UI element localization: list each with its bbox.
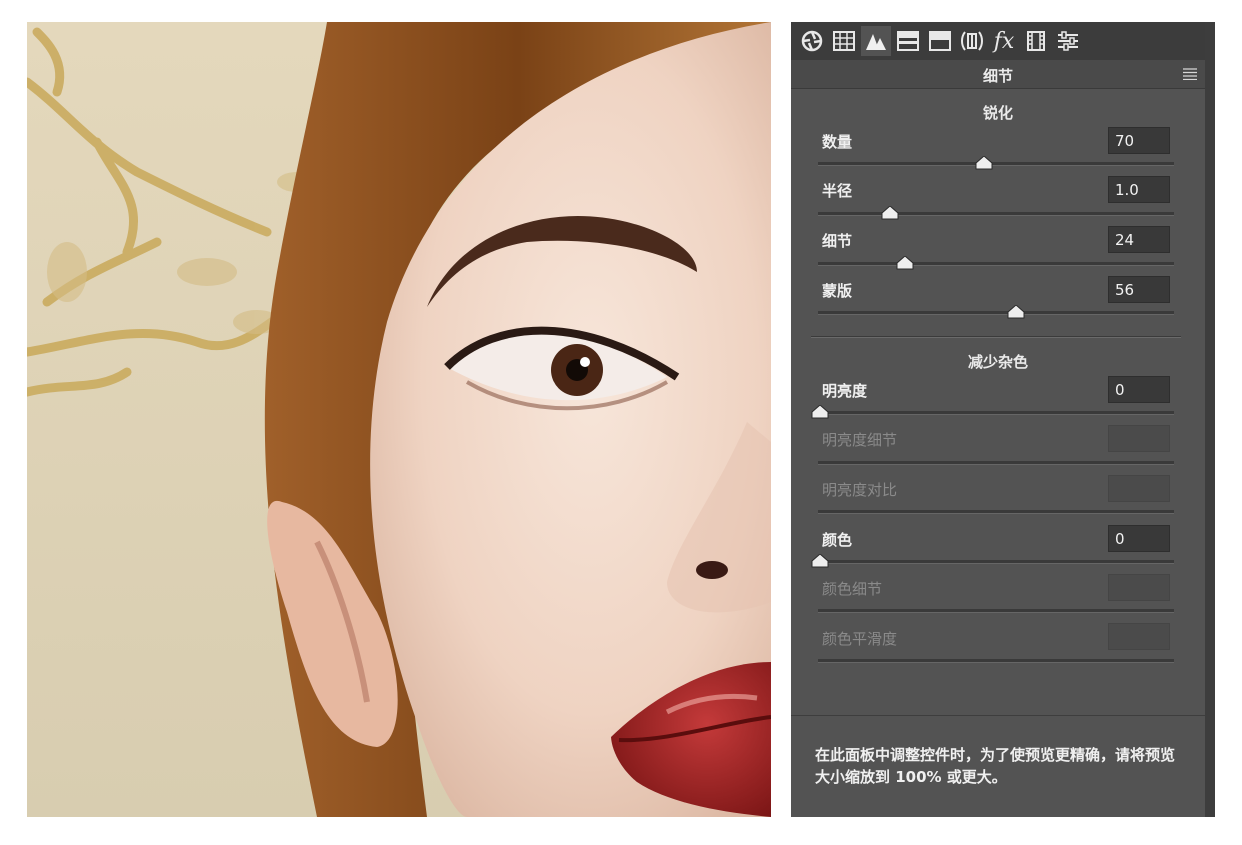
basic-tab[interactable]	[797, 26, 827, 56]
fx-icon: fx	[993, 28, 1015, 54]
detail-slider-thumb[interactable]	[896, 256, 914, 270]
tone-curve-tab[interactable]	[829, 26, 859, 56]
color-detail-label: 颜色细节	[822, 580, 883, 598]
detail-panel: fx 细节 锐化 数量 70 半径 1.0 细节 24 蒙版 56 减少杂色 明…	[791, 22, 1215, 817]
panel-tab-bar: fx	[791, 22, 1205, 60]
panel-title: 细节	[982, 67, 1013, 85]
lens-icon	[961, 31, 983, 51]
detail-field[interactable]: 24	[1108, 226, 1170, 253]
radius-label: 半径	[822, 182, 853, 200]
effects-tab[interactable]: fx	[989, 26, 1019, 56]
image-preview	[27, 22, 771, 817]
lens-corrections-tab[interactable]	[957, 26, 987, 56]
luminance-detail-slider	[818, 461, 1174, 465]
detail-triangles-icon	[866, 34, 886, 50]
amount-slider-thumb[interactable]	[975, 156, 993, 170]
panel-menu-icon[interactable]	[1183, 68, 1197, 80]
amount-slider[interactable]	[818, 162, 1174, 166]
radius-field[interactable]: 1.0	[1108, 176, 1170, 203]
portrait-photo	[27, 22, 771, 817]
color-smoothness-field	[1108, 623, 1170, 650]
panel-header: 细节	[791, 60, 1205, 89]
color-detail-slider	[818, 609, 1174, 613]
sliders-icon	[1058, 31, 1078, 51]
presets-tab[interactable]	[1053, 26, 1083, 56]
luminance-contrast-label: 明亮度对比	[822, 481, 898, 499]
detail-label: 细节	[822, 232, 853, 250]
color-smoothness-label: 颜色平滑度	[822, 630, 898, 648]
color-smoothness-slider	[818, 659, 1174, 663]
detail-tab[interactable]	[861, 26, 891, 56]
luminance-contrast-slider	[818, 510, 1174, 514]
panel-scrollbar[interactable]	[1205, 22, 1215, 817]
detail-slider[interactable]	[818, 262, 1174, 266]
color-field[interactable]: 0	[1108, 525, 1170, 552]
color-detail-field	[1108, 574, 1170, 601]
split-toning-tab[interactable]	[925, 26, 955, 56]
masking-field[interactable]: 56	[1108, 276, 1170, 303]
film-strip-icon	[1027, 31, 1045, 51]
tone-curve-icon	[833, 31, 855, 51]
aperture-icon	[801, 30, 823, 52]
masking-label: 蒙版	[822, 282, 853, 300]
note-divider	[791, 715, 1205, 716]
hsl-tab[interactable]	[893, 26, 923, 56]
preview-note: 在此面板中调整控件时，为了使预览更精确，请将预览大小缩放到 100% 或更大。	[815, 746, 1176, 786]
masking-slider[interactable]	[818, 311, 1174, 315]
sharpening-title: 锐化	[982, 104, 1013, 122]
hsl-icon	[897, 31, 919, 51]
section-divider	[811, 336, 1181, 338]
amount-label: 数量	[822, 133, 853, 151]
luminance-detail-field	[1108, 425, 1170, 452]
split-toning-icon	[929, 31, 951, 51]
luminance-slider[interactable]	[818, 411, 1174, 415]
luminance-label: 明亮度	[822, 382, 868, 400]
camera-calibration-tab[interactable]	[1021, 26, 1051, 56]
color-label: 颜色	[822, 531, 853, 549]
color-slider[interactable]	[818, 560, 1174, 564]
amount-field[interactable]: 70	[1108, 127, 1170, 154]
masking-slider-thumb[interactable]	[1007, 305, 1025, 319]
noise-reduction-title: 减少杂色	[967, 353, 1028, 371]
luminance-contrast-field	[1108, 475, 1170, 502]
luminance-slider-thumb[interactable]	[811, 405, 829, 419]
radius-slider[interactable]	[818, 212, 1174, 216]
color-slider-thumb[interactable]	[811, 554, 829, 568]
luminance-detail-label: 明亮度细节	[822, 431, 898, 449]
luminance-field[interactable]: 0	[1108, 376, 1170, 403]
radius-slider-thumb[interactable]	[881, 206, 899, 220]
